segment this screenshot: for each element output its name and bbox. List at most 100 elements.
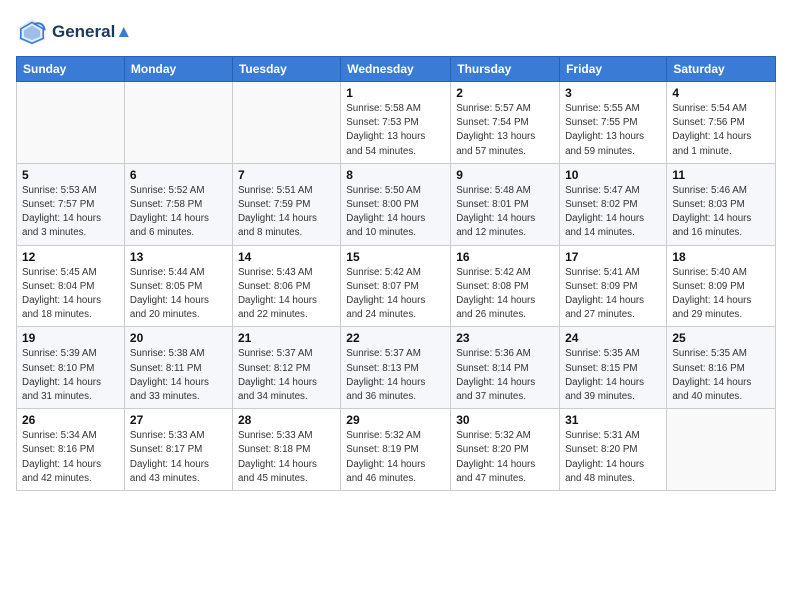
calendar-cell: 22 Sunrise: 5:37 AMSunset: 8:13 PMDayligh… — [341, 327, 451, 409]
calendar-cell: 16Sunrise: 5:42 AMSunset: 8:08 PMDayligh… — [451, 245, 560, 327]
calendar-cell — [17, 82, 125, 164]
day-info: Sunrise: 5:46 AMSunset: 8:03 PMDaylight:… — [672, 184, 770, 241]
calendar-cell: 31 Sunrise: 5:31 AMSunset: 8:20 PMDayligh… — [560, 409, 667, 491]
day-number: 12 — [22, 250, 119, 264]
day-number: 10 — [565, 168, 661, 182]
calendar-cell — [124, 82, 232, 164]
week-row-4: 19Sunrise: 5:39 AMSunset: 8:10 PMDayligh… — [17, 327, 776, 409]
day-number: 24 — [565, 331, 661, 345]
day-info: Sunrise: 5:39 AMSunset: 8:10 PMDaylight:… — [22, 347, 119, 404]
day-info: Sunrise: 5:38 AMSunset: 8:11 PMDaylight:… — [130, 347, 227, 404]
day-number: 17 — [565, 250, 661, 264]
calendar-cell: 28Sunrise: 5:33 AMSunset: 8:18 PMDayligh… — [232, 409, 340, 491]
day-info: Sunrise: 5:32 AMSunset: 8:20 PMDaylight:… — [456, 429, 554, 486]
calendar-cell: 20 Sunrise: 5:38 AMSunset: 8:11 PMDayligh… — [124, 327, 232, 409]
day-number: 16 — [456, 250, 554, 264]
day-info: Sunrise: 5:48 AMSunset: 8:01 PMDaylight:… — [456, 184, 554, 241]
day-number: 3 — [565, 86, 661, 100]
day-number: 1 — [346, 86, 445, 100]
day-info: Sunrise: 5:35 AMSunset: 8:16 PMDaylight:… — [672, 347, 770, 404]
calendar-cell: 10 Sunrise: 5:47 AMSunset: 8:02 PMDayligh… — [560, 163, 667, 245]
day-info: Sunrise: 5:40 AMSunset: 8:09 PMDaylight:… — [672, 266, 770, 323]
day-info: Sunrise: 5:35 AMSunset: 8:15 PMDaylight:… — [565, 347, 661, 404]
day-info: Sunrise: 5:51 AMSunset: 7:59 PMDaylight:… — [238, 184, 335, 241]
calendar-cell: 25Sunrise: 5:35 AMSunset: 8:16 PMDayligh… — [667, 327, 776, 409]
calendar-cell: 4 Sunrise: 5:54 AMSunset: 7:56 PMDaylight… — [667, 82, 776, 164]
calendar-cell: 3 Sunrise: 5:55 AMSunset: 7:55 PMDaylight… — [560, 82, 667, 164]
day-number: 29 — [346, 413, 445, 427]
calendar-cell: 21 Sunrise: 5:37 AMSunset: 8:12 PMDayligh… — [232, 327, 340, 409]
day-info: Sunrise: 5:58 AMSunset: 7:53 PMDaylight:… — [346, 102, 445, 159]
day-number: 30 — [456, 413, 554, 427]
day-number: 7 — [238, 168, 335, 182]
day-info: Sunrise: 5:33 AMSunset: 8:18 PMDaylight:… — [238, 429, 335, 486]
weekday-header-wednesday: Wednesday — [341, 57, 451, 82]
weekday-header-thursday: Thursday — [451, 57, 560, 82]
calendar-cell: 14 Sunrise: 5:43 AMSunset: 8:06 PMDayligh… — [232, 245, 340, 327]
calendar-cell: 30 Sunrise: 5:32 AMSunset: 8:20 PMDayligh… — [451, 409, 560, 491]
day-number: 11 — [672, 168, 770, 182]
day-info: Sunrise: 5:52 AMSunset: 7:58 PMDaylight:… — [130, 184, 227, 241]
day-info: Sunrise: 5:55 AMSunset: 7:55 PMDaylight:… — [565, 102, 661, 159]
day-info: Sunrise: 5:45 AMSunset: 8:04 PMDaylight:… — [22, 266, 119, 323]
day-number: 2 — [456, 86, 554, 100]
calendar-cell: 19Sunrise: 5:39 AMSunset: 8:10 PMDayligh… — [17, 327, 125, 409]
day-number: 21 — [238, 331, 335, 345]
calendar-cell: 18 Sunrise: 5:40 AMSunset: 8:09 PMDayligh… — [667, 245, 776, 327]
calendar-cell: 26 Sunrise: 5:34 AMSunset: 8:16 PMDayligh… — [17, 409, 125, 491]
weekday-header-tuesday: Tuesday — [232, 57, 340, 82]
calendar-cell: 7 Sunrise: 5:51 AMSunset: 7:59 PMDaylight… — [232, 163, 340, 245]
day-info: Sunrise: 5:53 AMSunset: 7:57 PMDaylight:… — [22, 184, 119, 241]
day-info: Sunrise: 5:43 AMSunset: 8:06 PMDaylight:… — [238, 266, 335, 323]
day-number: 31 — [565, 413, 661, 427]
day-number: 4 — [672, 86, 770, 100]
week-row-1: 1 Sunrise: 5:58 AMSunset: 7:53 PMDaylight… — [17, 82, 776, 164]
day-info: Sunrise: 5:32 AMSunset: 8:19 PMDaylight:… — [346, 429, 445, 486]
calendar-cell: 12 Sunrise: 5:45 AMSunset: 8:04 PMDayligh… — [17, 245, 125, 327]
day-number: 8 — [346, 168, 445, 182]
calendar-cell: 27Sunrise: 5:33 AMSunset: 8:17 PMDayligh… — [124, 409, 232, 491]
weekday-header-row: SundayMondayTuesdayWednesdayThursdayFrid… — [17, 57, 776, 82]
day-info: Sunrise: 5:54 AMSunset: 7:56 PMDaylight:… — [672, 102, 770, 159]
day-info: Sunrise: 5:57 AMSunset: 7:54 PMDaylight:… — [456, 102, 554, 159]
day-info: Sunrise: 5:42 AMSunset: 8:07 PMDaylight:… — [346, 266, 445, 323]
day-number: 14 — [238, 250, 335, 264]
calendar-cell: 9 Sunrise: 5:48 AMSunset: 8:01 PMDaylight… — [451, 163, 560, 245]
calendar-cell: 15 Sunrise: 5:42 AMSunset: 8:07 PMDayligh… — [341, 245, 451, 327]
week-row-5: 26 Sunrise: 5:34 AMSunset: 8:16 PMDayligh… — [17, 409, 776, 491]
day-info: Sunrise: 5:47 AMSunset: 8:02 PMDaylight:… — [565, 184, 661, 241]
calendar-cell: 5 Sunrise: 5:53 AMSunset: 7:57 PMDaylight… — [17, 163, 125, 245]
logo: General▲ — [16, 16, 132, 48]
day-number: 6 — [130, 168, 227, 182]
day-number: 5 — [22, 168, 119, 182]
day-info: Sunrise: 5:31 AMSunset: 8:20 PMDaylight:… — [565, 429, 661, 486]
day-number: 23 — [456, 331, 554, 345]
logo-icon — [16, 16, 48, 48]
day-info: Sunrise: 5:34 AMSunset: 8:16 PMDaylight:… — [22, 429, 119, 486]
day-number: 27 — [130, 413, 227, 427]
calendar-cell: 2 Sunrise: 5:57 AMSunset: 7:54 PMDaylight… — [451, 82, 560, 164]
day-number: 18 — [672, 250, 770, 264]
calendar-cell — [232, 82, 340, 164]
weekday-header-saturday: Saturday — [667, 57, 776, 82]
weekday-header-friday: Friday — [560, 57, 667, 82]
calendar-cell: 8Sunrise: 5:50 AMSunset: 8:00 PMDaylight… — [341, 163, 451, 245]
calendar-cell: 24 Sunrise: 5:35 AMSunset: 8:15 PMDayligh… — [560, 327, 667, 409]
page-header: General▲ — [16, 16, 776, 48]
day-number: 26 — [22, 413, 119, 427]
calendar-cell: 11 Sunrise: 5:46 AMSunset: 8:03 PMDayligh… — [667, 163, 776, 245]
calendar-cell: 13Sunrise: 5:44 AMSunset: 8:05 PMDayligh… — [124, 245, 232, 327]
day-number: 20 — [130, 331, 227, 345]
calendar-cell: 1 Sunrise: 5:58 AMSunset: 7:53 PMDaylight… — [341, 82, 451, 164]
calendar-cell: 23Sunrise: 5:36 AMSunset: 8:14 PMDayligh… — [451, 327, 560, 409]
day-info: Sunrise: 5:37 AMSunset: 8:12 PMDaylight:… — [238, 347, 335, 404]
weekday-header-sunday: Sunday — [17, 57, 125, 82]
day-number: 13 — [130, 250, 227, 264]
calendar-cell: 6 Sunrise: 5:52 AMSunset: 7:58 PMDaylight… — [124, 163, 232, 245]
day-info: Sunrise: 5:37 AMSunset: 8:13 PMDaylight:… — [346, 347, 445, 404]
day-number: 9 — [456, 168, 554, 182]
calendar-cell — [667, 409, 776, 491]
day-number: 22 — [346, 331, 445, 345]
day-number: 15 — [346, 250, 445, 264]
week-row-2: 5 Sunrise: 5:53 AMSunset: 7:57 PMDaylight… — [17, 163, 776, 245]
